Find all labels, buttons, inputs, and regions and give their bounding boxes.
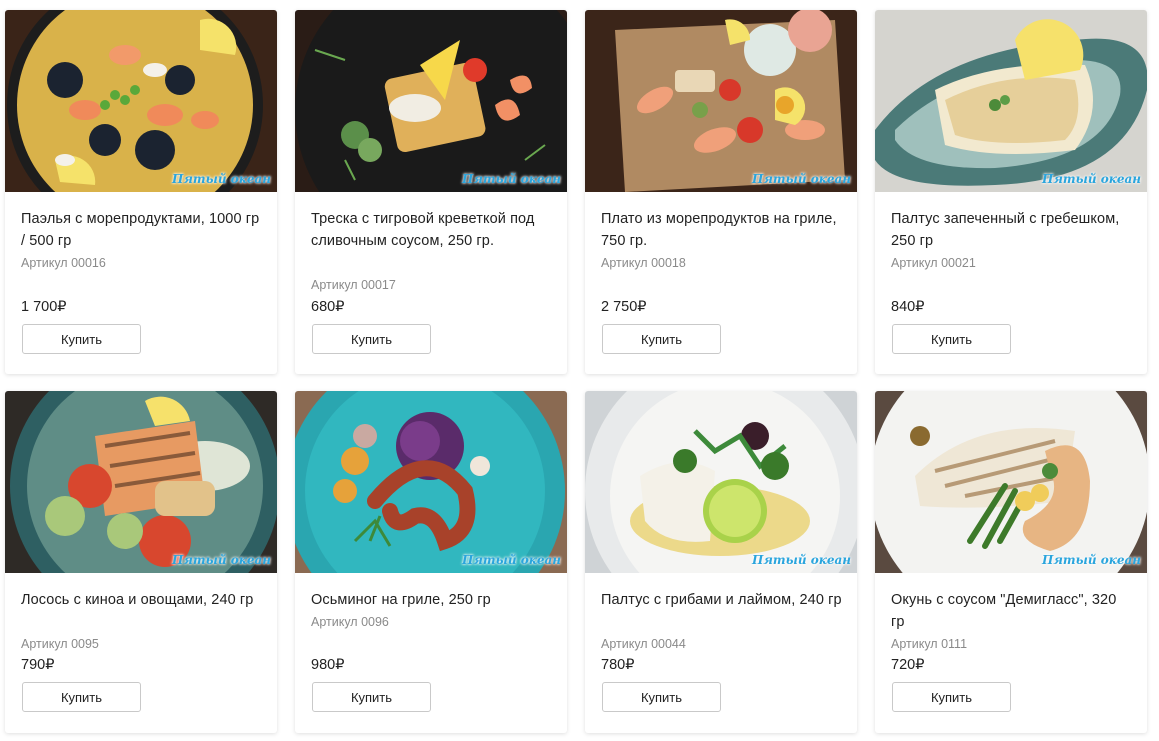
product-photo[interactable]: Пятый океан [875, 10, 1147, 192]
product-title[interactable]: Осьминог на гриле, 250 гр [311, 589, 553, 611]
brand-watermark: Пятый океан [1042, 172, 1141, 186]
product-info: Осьминог на гриле, 250 гр Артикул 0096 9… [295, 573, 567, 733]
product-title[interactable]: Лосось с киноа и овощами, 240 гр [21, 589, 263, 611]
product-photo[interactable]: Пятый океан [875, 391, 1147, 573]
product-price: 680₽ [311, 299, 345, 315]
buy-button[interactable]: Купить [892, 324, 1011, 354]
product-photo[interactable]: Пятый океан [585, 391, 857, 573]
product-price: 980₽ [311, 657, 345, 673]
brand-watermark: Пятый океан [172, 172, 271, 186]
product-photo[interactable]: Пятый океан [295, 10, 567, 192]
brand-watermark: Пятый океан [462, 553, 561, 567]
product-info: Паэлья с морепродуктами, 1000 гр / 500 г… [5, 192, 277, 374]
product-title[interactable]: Палтус запеченный с гребешком, 250 гр [891, 208, 1133, 252]
product-title[interactable]: Палтус с грибами и лаймом, 240 гр [601, 589, 843, 611]
salmon-image [5, 391, 277, 573]
brand-watermark: Пятый океан [462, 172, 561, 186]
brand-watermark: Пятый океан [752, 172, 851, 186]
product-info: Плато из морепродуктов на гриле, 750 гр.… [585, 192, 857, 374]
product-card[interactable]: Пятый океан Палтус с грибами и лаймом, 2… [585, 391, 857, 733]
product-card[interactable]: Пятый океан Палтус запеченный с гребешко… [875, 10, 1147, 374]
product-price: 2 750₽ [601, 299, 647, 315]
octopus-image [295, 391, 567, 573]
product-sku: Артикул 0096 [311, 615, 389, 629]
product-info: Треска с тигровой креветкой под сливочны… [295, 192, 567, 374]
product-sku: Артикул 00018 [601, 256, 686, 270]
product-photo[interactable]: Пятый океан [295, 391, 567, 573]
product-card[interactable]: Пятый океан Плато из морепродуктов на гр… [585, 10, 857, 374]
perch-demiglace-image [875, 391, 1147, 573]
product-price: 1 700₽ [21, 299, 67, 315]
product-sku: Артикул 00021 [891, 256, 976, 270]
product-sku: Артикул 0095 [21, 637, 99, 651]
product-price: 720₽ [891, 657, 925, 673]
product-title[interactable]: Паэлья с морепродуктами, 1000 гр / 500 г… [21, 208, 263, 252]
cod-image [295, 10, 567, 192]
product-card[interactable]: Пятый океан Осьминог на гриле, 250 гр Ар… [295, 391, 567, 733]
baked-halibut-image [875, 10, 1147, 192]
product-card[interactable]: Пятый океан Лосось с киноа и овощами, 24… [5, 391, 277, 733]
product-price: 790₽ [21, 657, 55, 673]
product-sku: Артикул 00044 [601, 637, 686, 651]
product-price: 780₽ [601, 657, 635, 673]
product-grid: Пятый океан Паэлья с морепродуктами, 100… [0, 0, 1159, 741]
buy-button[interactable]: Купить [602, 682, 721, 712]
product-sku: Артикул 00016 [21, 256, 106, 270]
buy-button[interactable]: Купить [892, 682, 1011, 712]
buy-button[interactable]: Купить [312, 324, 431, 354]
product-title[interactable]: Окунь с соусом "Демигласс", 320 гр [891, 589, 1133, 633]
product-photo[interactable]: Пятый океан [585, 10, 857, 192]
product-info: Палтус запеченный с гребешком, 250 гр Ар… [875, 192, 1147, 374]
buy-button[interactable]: Купить [22, 682, 141, 712]
product-photo[interactable]: Пятый океан [5, 391, 277, 573]
buy-button[interactable]: Купить [312, 682, 431, 712]
halibut-lime-image [585, 391, 857, 573]
product-card[interactable]: Пятый океан Паэлья с морепродуктами, 100… [5, 10, 277, 374]
product-sku: Артикул 0111 [891, 637, 968, 651]
paella-image [5, 10, 277, 192]
buy-button[interactable]: Купить [602, 324, 721, 354]
product-info: Палтус с грибами и лаймом, 240 гр Артику… [585, 573, 857, 733]
product-card[interactable]: Пятый океан Треска с тигровой креветкой … [295, 10, 567, 374]
product-title[interactable]: Плато из морепродуктов на гриле, 750 гр. [601, 208, 843, 252]
product-price: 840₽ [891, 299, 925, 315]
seafood-plate-image [585, 10, 857, 192]
brand-watermark: Пятый океан [172, 553, 271, 567]
product-card[interactable]: Пятый океан Окунь с соусом "Демигласс", … [875, 391, 1147, 733]
product-photo[interactable]: Пятый океан [5, 10, 277, 192]
brand-watermark: Пятый океан [752, 553, 851, 567]
product-title[interactable]: Треска с тигровой креветкой под сливочны… [311, 208, 553, 252]
brand-watermark: Пятый океан [1042, 553, 1141, 567]
product-info: Лосось с киноа и овощами, 240 гр Артикул… [5, 573, 277, 733]
buy-button[interactable]: Купить [22, 324, 141, 354]
product-info: Окунь с соусом "Демигласс", 320 гр Артик… [875, 573, 1147, 733]
product-sku: Артикул 00017 [311, 278, 396, 292]
